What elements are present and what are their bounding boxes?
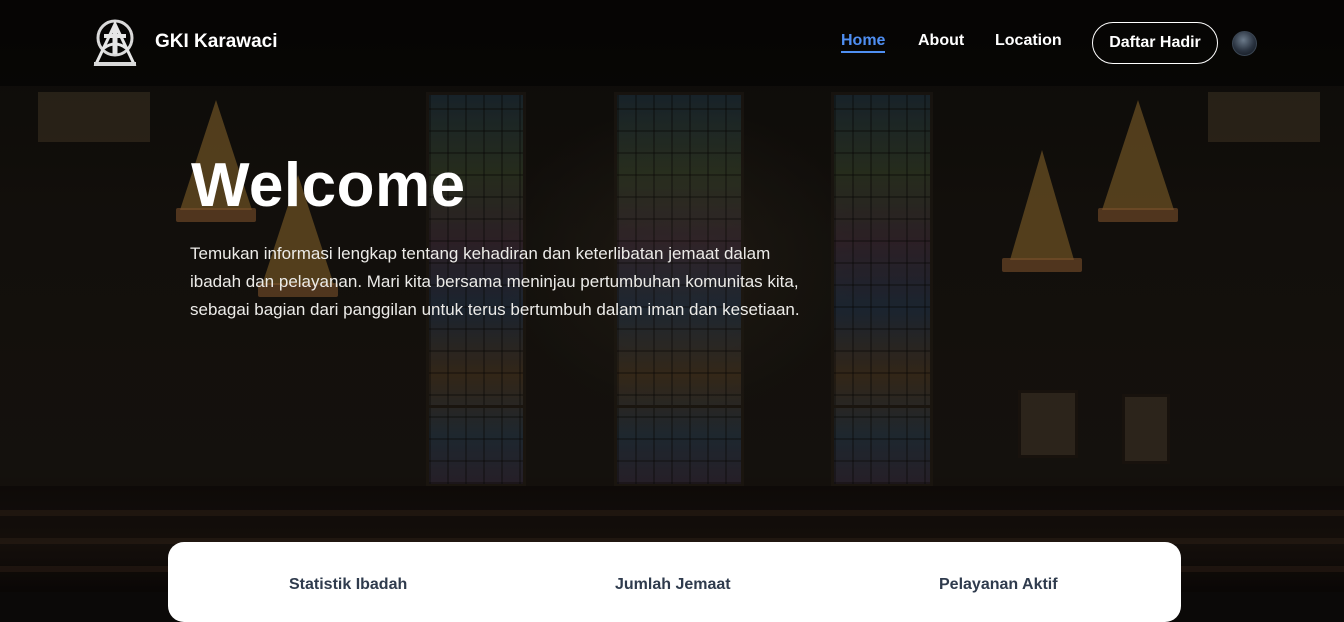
- stats-card: Statistik Ibadah Jumlah Jemaat Pelayanan…: [168, 542, 1181, 622]
- stat-label-statistik-ibadah: Statistik Ibadah: [289, 576, 408, 593]
- nav-link-location[interactable]: Location: [995, 32, 1062, 50]
- daftar-hadir-button[interactable]: Daftar Hadir: [1092, 22, 1218, 64]
- stat-label-pelayanan-aktif: Pelayanan Aktif: [939, 576, 1058, 593]
- hero-description-line: Temukan informasi lengkap tentang kehadi…: [190, 244, 771, 263]
- hero-title: Welcome: [191, 151, 466, 220]
- hero-description-line: ibadah dan pelayanan. Mari kita bersama …: [190, 272, 799, 291]
- nav-link-home[interactable]: Home: [841, 32, 886, 53]
- hero-description-line: sebagai bagian dari panggilan untuk teru…: [190, 300, 800, 319]
- stat-label-jumlah-jemaat: Jumlah Jemaat: [615, 576, 731, 593]
- user-avatar[interactable]: [1232, 31, 1257, 56]
- church-cross-logo-icon[interactable]: [90, 18, 140, 68]
- top-navbar: GKI Karawaci Home About Location Daftar …: [0, 0, 1344, 86]
- hero-description: Temukan informasi lengkap tentang kehadi…: [190, 240, 890, 324]
- nav-link-about[interactable]: About: [918, 32, 964, 50]
- brand-name[interactable]: GKI Karawaci: [155, 31, 278, 53]
